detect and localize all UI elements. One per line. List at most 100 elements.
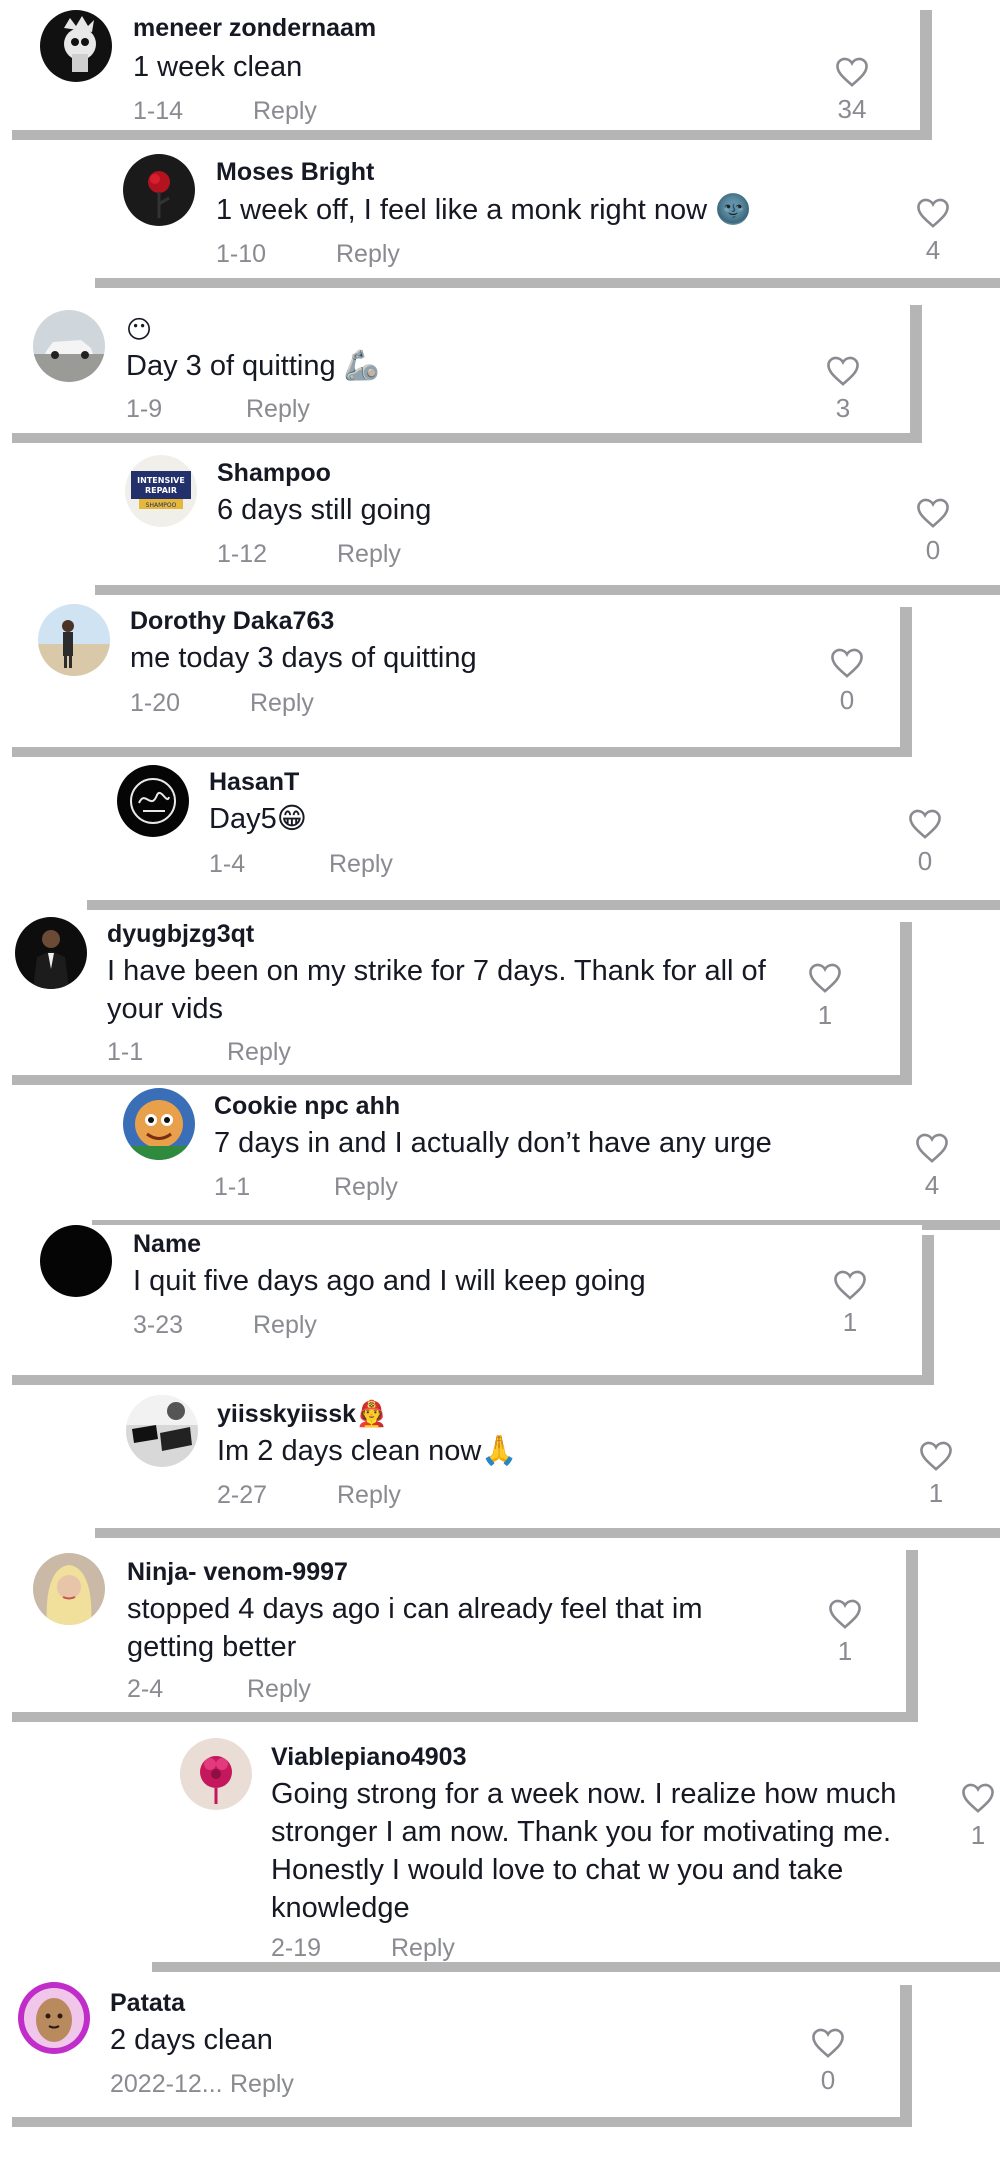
username[interactable]: 😶	[126, 315, 152, 345]
username[interactable]: Name	[133, 1230, 201, 1259]
like-button[interactable]: 0	[905, 808, 945, 877]
comment-date: 1-4	[209, 850, 246, 878]
comment-card: HasanT Day5😁 1-4 Reply 0	[75, 760, 1000, 900]
comment-text: I quit five days ago and I will keep goi…	[133, 1265, 646, 1297]
heart-icon	[917, 198, 949, 228]
comment-meta: 1-4 Reply	[209, 850, 393, 879]
like-count: 0	[917, 846, 933, 876]
avatar[interactable]: INTENSIVE REPAIR SHAMPOO	[125, 455, 197, 527]
like-count: 1	[817, 1000, 833, 1030]
like-button[interactable]: 0	[913, 497, 953, 566]
reply-button[interactable]: Reply	[337, 1481, 401, 1510]
comment-card: yiisskyiissk🧑‍🚒 Im 2 days clean now🙏 2-2…	[83, 1388, 1000, 1528]
avatar[interactable]	[38, 604, 110, 676]
comment-date: 1-1	[107, 1038, 144, 1066]
avatar[interactable]	[15, 917, 87, 989]
avatar[interactable]	[33, 310, 105, 382]
reply-button[interactable]: Reply	[329, 850, 393, 879]
comment-date: 3-23	[133, 1311, 184, 1339]
comment-meta: 1-12 Reply	[217, 540, 401, 569]
like-count: 4	[925, 235, 941, 265]
like-button[interactable]: 1	[958, 1782, 998, 1851]
like-count: 0	[925, 535, 941, 565]
comment-text: 1 week clean	[133, 51, 303, 83]
comment-meta: 1-14 Reply	[133, 97, 317, 126]
username[interactable]: Cookie npc ahh	[214, 1092, 400, 1121]
like-button[interactable]: 0	[827, 647, 867, 716]
username[interactable]: dyugbjzg3qt	[107, 920, 254, 949]
reply-button[interactable]: Reply	[230, 2070, 294, 2099]
comment-card: dyugbjzg3qt I have been on my strike for…	[0, 912, 900, 1075]
reply-button[interactable]: Reply	[246, 395, 310, 424]
like-button[interactable]: 4	[912, 1132, 952, 1201]
reply-button[interactable]: Reply	[391, 1934, 455, 1963]
reply-button[interactable]: Reply	[336, 240, 400, 269]
comment-text: I have been on my strike for 7 days. Tha…	[107, 955, 766, 1025]
comment-card: Name I quit five days ago and I will kee…	[0, 1225, 922, 1375]
heart-icon	[827, 356, 859, 386]
username[interactable]: Viablepiano4903	[271, 1743, 466, 1772]
comment-date: 1-9	[126, 395, 163, 423]
avatar[interactable]	[33, 1553, 105, 1625]
comment-meta: 2-27 Reply	[217, 1481, 401, 1510]
heart-icon	[962, 1783, 994, 1813]
comment-text: 1 week off, I feel like a monk right now…	[216, 194, 752, 226]
comment-card: 😶 Day 3 of quitting 🦾 1-9 Reply 3	[0, 295, 910, 433]
heart-icon	[831, 648, 863, 678]
comment-meta: 2-4 Reply	[127, 1675, 311, 1704]
comment-card: Viablepiano4903 Going strong for a week …	[140, 1724, 1000, 1962]
reply-button[interactable]: Reply	[253, 97, 317, 126]
reply-button[interactable]: Reply	[247, 1675, 311, 1704]
username[interactable]: meneer zondernaam	[133, 14, 376, 43]
like-count: 0	[839, 685, 855, 715]
avatar[interactable]	[123, 154, 195, 226]
heart-icon	[812, 2028, 844, 2058]
like-button[interactable]: 1	[825, 1598, 865, 1667]
avatar[interactable]	[18, 1982, 90, 2054]
like-button[interactable]: 1	[830, 1269, 870, 1338]
like-count: 4	[924, 1170, 940, 1200]
avatar[interactable]	[117, 765, 189, 837]
username[interactable]: yiisskyiissk🧑‍🚒	[217, 1400, 387, 1429]
comment-date: 1-1	[214, 1173, 251, 1201]
like-button[interactable]: 1	[916, 1440, 956, 1509]
comment-card: Cookie npc ahh 7 days in and I actually …	[80, 1088, 1000, 1220]
like-count: 3	[835, 393, 851, 423]
heart-icon	[829, 1599, 861, 1629]
comment-date: 2022-12...	[110, 2070, 223, 2098]
username[interactable]: Patata	[110, 1989, 185, 2018]
comment-card: Ninja- venom-9997 stopped 4 days ago i c…	[0, 1540, 906, 1712]
avatar[interactable]	[40, 10, 112, 82]
like-button[interactable]: 4	[913, 197, 953, 266]
reply-button[interactable]: Reply	[334, 1173, 398, 1202]
like-button[interactable]: 0	[808, 2027, 848, 2096]
comment-card: Dorothy Daka763 me today 3 days of quitt…	[0, 597, 900, 747]
reply-button[interactable]: Reply	[337, 540, 401, 569]
like-button[interactable]: 1	[805, 962, 845, 1031]
reply-button[interactable]: Reply	[253, 1311, 317, 1340]
comment-meta: 1-10 Reply	[216, 240, 400, 269]
comment-meta: 1-9 Reply	[126, 395, 310, 424]
heart-icon	[834, 1270, 866, 1300]
username[interactable]: Shampoo	[217, 459, 331, 488]
avatar[interactable]	[126, 1395, 198, 1467]
username[interactable]: Moses Bright	[216, 158, 374, 187]
like-button[interactable]: 34	[832, 56, 872, 125]
username[interactable]: Dorothy Daka763	[130, 607, 334, 636]
heart-icon	[920, 1441, 952, 1471]
heart-icon	[836, 57, 868, 87]
avatar[interactable]	[123, 1088, 195, 1160]
comment-text: 7 days in and I actually don’t have any …	[214, 1127, 772, 1159]
reply-button[interactable]: Reply	[227, 1038, 291, 1067]
comment-date: 1-20	[130, 689, 181, 717]
username[interactable]: Ninja- venom-9997	[127, 1558, 348, 1587]
comment-card: INTENSIVE REPAIR SHAMPOO Shampoo 6 days st…	[83, 447, 1000, 585]
like-button[interactable]: 3	[823, 355, 863, 424]
reply-button[interactable]: Reply	[250, 689, 314, 718]
comment-date: 1-10	[216, 240, 267, 268]
comment-date: 2-19	[271, 1934, 322, 1962]
heart-icon	[809, 963, 841, 993]
avatar[interactable]	[40, 1225, 112, 1297]
avatar[interactable]	[180, 1738, 252, 1810]
username[interactable]: HasanT	[209, 768, 299, 797]
